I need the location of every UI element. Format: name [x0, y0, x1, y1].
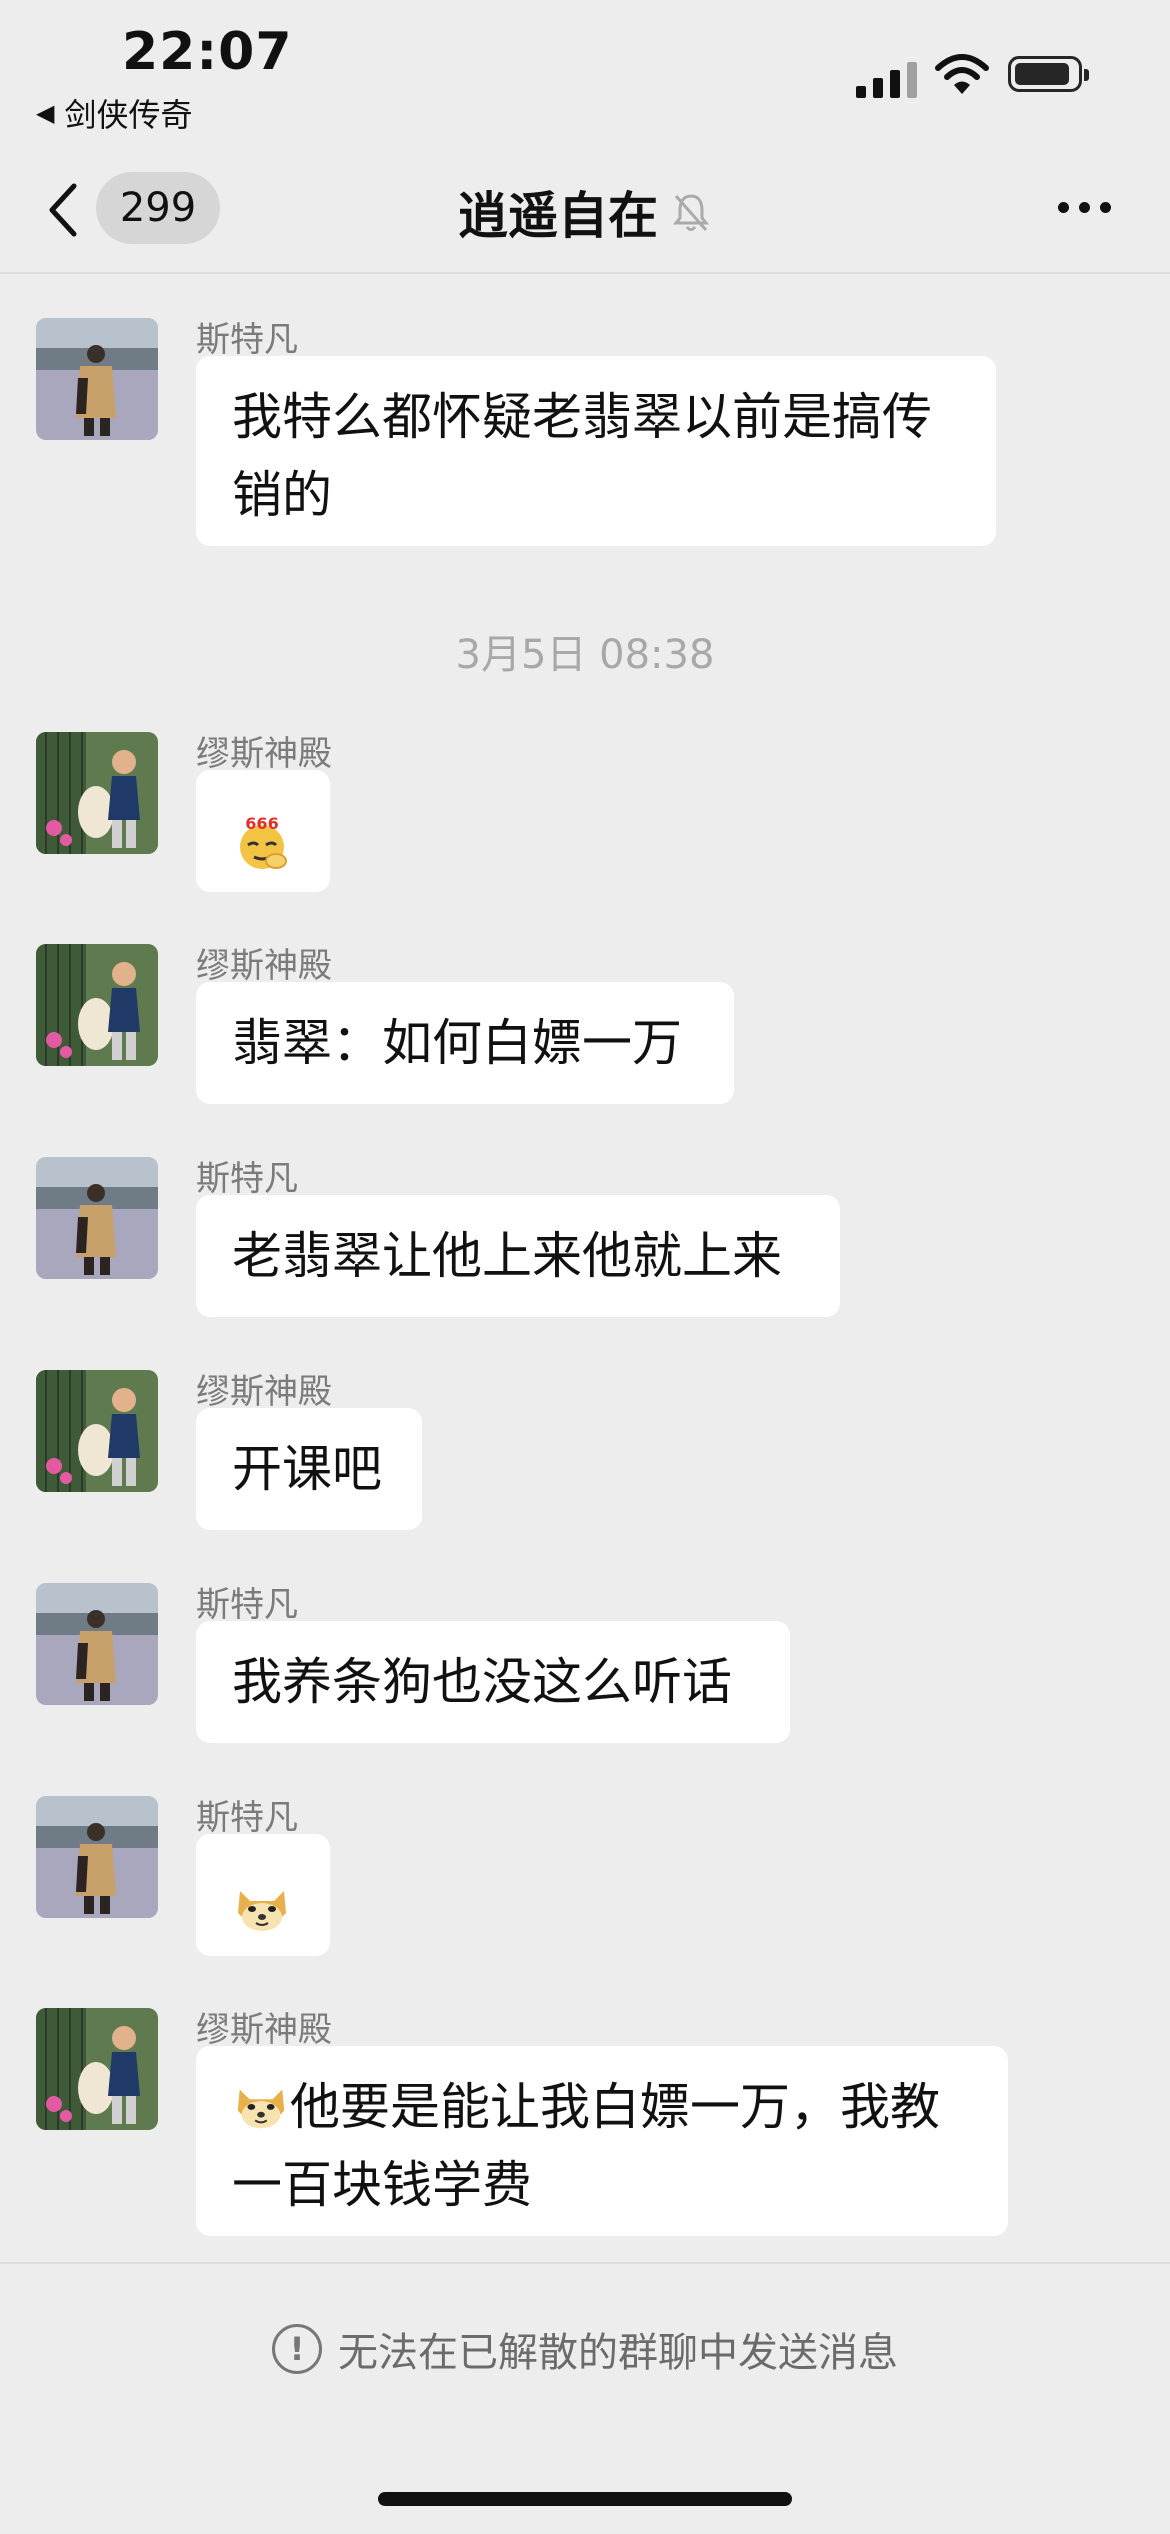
sender-name: 斯特凡	[196, 1585, 298, 1625]
message-bubble[interactable]: 我特么都怀疑老翡翠以前是搞传销的	[196, 356, 996, 546]
avatar[interactable]	[36, 732, 158, 854]
doge-emoji-icon	[232, 1877, 292, 1937]
message-bubble[interactable]: 老翡翠让他上来他就上来	[196, 1195, 840, 1317]
avatar[interactable]	[36, 1157, 158, 1279]
sender-name: 缪斯神殿	[196, 1372, 332, 1412]
home-indicator[interactable]	[378, 2492, 792, 2506]
message-bubble[interactable]	[196, 770, 330, 892]
battery-icon	[1008, 56, 1089, 92]
wifi-icon	[935, 54, 989, 94]
message-text: 他要是能让我白嫖一万，我教一百块钱学费	[232, 2078, 940, 2214]
avatar[interactable]	[36, 1796, 158, 1918]
avatar[interactable]	[36, 1583, 158, 1705]
message-bubble[interactable]: 我养条狗也没这么听话	[196, 1621, 790, 1743]
sender-name: 缪斯神殿	[196, 734, 332, 774]
message-bubble[interactable]	[196, 1834, 330, 1956]
cellular-signal-icon	[856, 58, 917, 98]
mute-bell-icon	[672, 194, 710, 231]
status-bar: 22:07 ◀ 剑侠传奇	[0, 0, 1170, 150]
sender-name: 斯特凡	[196, 1159, 298, 1199]
sender-name: 缪斯神殿	[196, 946, 332, 986]
message-bubble[interactable]: 翡翠：如何白嫖一万	[196, 982, 734, 1104]
message-text: 我养条狗也没这么听话	[232, 1653, 732, 1711]
avatar[interactable]	[36, 2008, 158, 2130]
avatar[interactable]	[36, 944, 158, 1066]
message-bubble[interactable]: 开课吧	[196, 1408, 422, 1530]
sender-name: 缪斯神殿	[196, 2010, 332, 2050]
avatar[interactable]	[36, 318, 158, 440]
more-options-icon[interactable]	[1058, 202, 1111, 213]
doge-emoji-icon	[232, 2076, 290, 2134]
message-text: 开课吧	[232, 1440, 382, 1498]
message-text: 老翡翠让他上来他就上来	[232, 1227, 782, 1285]
message-text: 我特么都怀疑老翡翠以前是搞传销的	[232, 388, 932, 524]
666-emoji-icon	[232, 813, 292, 873]
sender-name: 斯特凡	[196, 320, 298, 360]
message-text: 翡翠：如何白嫖一万	[232, 1014, 682, 1072]
back-triangle-icon: ◀	[36, 99, 55, 127]
chat-timestamp: 3月5日 08:38	[455, 632, 715, 678]
back-app-label: 剑侠传奇	[64, 96, 193, 134]
chat-title-container: 逍遥自在	[0, 176, 1170, 248]
disbanded-notice: ! 无法在已解散的群聊中发送消息	[0, 2320, 1170, 2378]
sender-name: 斯特凡	[196, 1798, 298, 1838]
input-area-disabled: ! 无法在已解散的群聊中发送消息	[0, 2262, 1170, 2534]
back-to-app-link[interactable]: ◀ 剑侠传奇	[36, 90, 192, 136]
chat-title: 逍遥自在	[458, 187, 658, 245]
chat-header: 299 逍遥自在	[0, 150, 1170, 274]
disbanded-notice-text: 无法在已解散的群聊中发送消息	[338, 2330, 898, 2376]
message-bubble[interactable]: 他要是能让我白嫖一万，我教一百块钱学费	[196, 2046, 1008, 2236]
info-icon: !	[272, 2324, 322, 2374]
status-time: 22:07	[122, 22, 293, 82]
avatar[interactable]	[36, 1370, 158, 1492]
